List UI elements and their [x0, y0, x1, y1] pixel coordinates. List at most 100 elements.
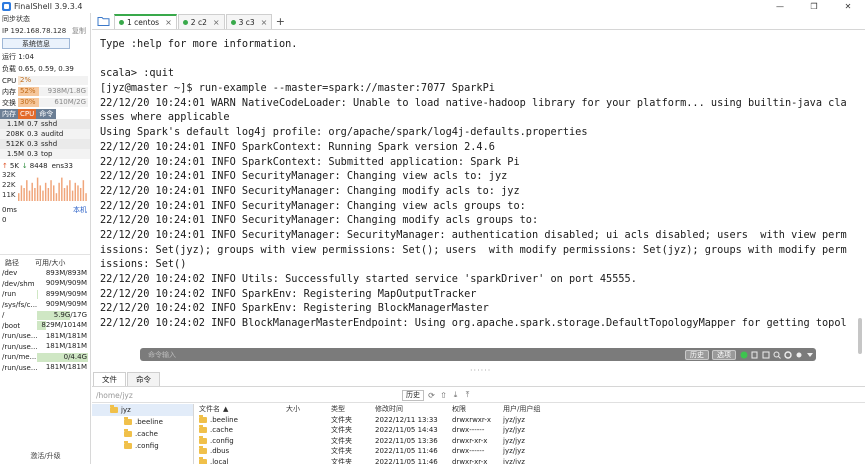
download-arrow-icon: ↓ — [21, 162, 28, 170]
sort-by-cpu-tab[interactable]: CPU — [18, 109, 37, 119]
command-input[interactable]: 命令输入 — [148, 350, 685, 360]
process-row[interactable]: 512K 0.3 sshd — [0, 139, 90, 149]
tree-label: .cache — [135, 430, 158, 438]
terminal-line: [jyz@master ~]$ run-example --master=spa… — [100, 82, 495, 95]
file-row[interactable]: .cache 文件夹 2022/11/05 14:43 drwx------ jyz/j… — [195, 425, 865, 436]
terminal-line: Using Spark's default log4j profile: org… — [100, 126, 588, 139]
options-button[interactable]: 选项 — [712, 349, 736, 360]
disk-row[interactable]: /run 899M/909M — [0, 289, 90, 300]
column-mtime[interactable]: 修改时间 — [375, 404, 452, 414]
tab-c2[interactable]: 2 c2 × — [177, 14, 225, 29]
path-input[interactable]: /home/jyz — [96, 391, 396, 400]
history-button[interactable]: 历史 — [685, 349, 709, 360]
sort-by-command-tab[interactable]: 命令 — [36, 109, 57, 119]
copy-ip-button[interactable]: 复制 — [72, 26, 86, 36]
close-tab-icon[interactable]: × — [213, 18, 220, 27]
mem-percent: 52% — [20, 87, 36, 95]
file-name-cell: .beeline — [195, 414, 286, 424]
path-history-button[interactable]: 历史 — [402, 389, 424, 401]
search-icon[interactable] — [772, 350, 781, 359]
column-name[interactable]: 文件名 ▲ — [195, 404, 286, 414]
disk-row[interactable]: /run/use... 181M/181M — [0, 331, 90, 342]
disk-usage-value: 0/4.4G — [63, 352, 87, 361]
tree-label: jyz — [121, 406, 131, 414]
file-rows: .beeline 文件夹 2022/12/11 13:33 drwxrwxr-x jyz… — [195, 414, 865, 464]
network-bar — [82, 180, 85, 201]
close-tab-icon[interactable]: × — [261, 18, 268, 27]
sync-status[interactable]: 同步状态 — [2, 14, 30, 24]
disk-row[interactable]: /run/me... 0/4.4G — [0, 352, 90, 363]
scroll-down-icon[interactable] — [805, 350, 814, 359]
tree-item[interactable]: .beeline — [92, 416, 193, 428]
file-row[interactable]: .local 文件夹 2022/11/05 11:46 drwxr-xr-x jyz/j… — [195, 456, 865, 464]
network-bar — [26, 180, 28, 201]
minimize-button[interactable]: — — [763, 0, 797, 13]
network-bar — [55, 193, 58, 201]
network-bar — [50, 180, 52, 201]
folder-icon — [199, 425, 207, 434]
process-mem: 208K — [6, 130, 24, 138]
mem-meter: 内存 52% 938M/1.8G — [0, 86, 90, 97]
disk-row[interactable]: /run/use... 181M/181M — [0, 363, 90, 374]
terminal-line: 22/12/20 10:24:01 INFO SecurityManager: … — [100, 170, 508, 183]
refresh-icon[interactable]: ⟳ — [427, 391, 436, 400]
disk-row[interactable]: /dev/shm 909M/909M — [0, 279, 90, 290]
disk-row[interactable]: /sys/fs/c... 909M/909M — [0, 300, 90, 311]
settings-icon[interactable] — [783, 350, 792, 359]
network-interface[interactable]: ens33 — [52, 162, 73, 170]
disk-row[interactable]: /boot 829M/1014M — [0, 321, 90, 332]
file-mtime: 2022/11/05 11:46 — [375, 447, 438, 456]
add-tab-button[interactable]: + — [273, 14, 287, 29]
latency-local[interactable]: 本机 — [73, 205, 87, 215]
tree-item[interactable]: .config — [92, 440, 193, 452]
close-button[interactable]: ✕ — [831, 0, 865, 13]
tab-c3[interactable]: 3 c3 × — [225, 14, 273, 29]
disk-path: /dev/shm — [2, 279, 35, 288]
tab-files[interactable]: 文件 — [93, 372, 126, 386]
column-size[interactable]: 大小 — [286, 404, 331, 414]
terminal-scrollbar[interactable] — [857, 31, 862, 360]
gear-icon[interactable] — [794, 350, 803, 359]
file-row[interactable]: .config 文件夹 2022/11/05 13:36 drwxr-xr-x jyz/… — [195, 435, 865, 447]
upgrade-link[interactable]: 激活/升级 — [0, 451, 90, 461]
disk-path: /run/use... — [2, 342, 37, 351]
disk-path: /run/me... — [2, 353, 37, 362]
folder-icon — [199, 435, 207, 444]
paste-icon[interactable] — [761, 350, 770, 359]
folder-icon[interactable] — [92, 13, 114, 29]
maximize-button[interactable]: ❒ — [797, 0, 831, 13]
up-directory-icon[interactable]: ⇧ — [439, 391, 448, 400]
mem-label: 内存 — [2, 87, 16, 96]
scrollbar-thumb[interactable] — [858, 318, 862, 354]
disk-row[interactable]: /dev 893M/893M — [0, 268, 90, 279]
tab-centos[interactable]: 1 centos × — [114, 14, 177, 29]
network-bar — [69, 180, 71, 201]
tree-item-jyz[interactable]: jyz — [92, 404, 193, 416]
system-info-button[interactable]: 系统信息 — [2, 38, 70, 49]
terminal[interactable]: Type :help for more information. scala> :… — [92, 31, 865, 360]
folder-icon — [124, 429, 132, 437]
network-bar — [44, 182, 47, 201]
disk-usage: 899M/909M — [37, 289, 88, 299]
disk-row[interactable]: /run/use... 181M/181M — [0, 342, 90, 353]
file-row[interactable]: .beeline 文件夹 2022/12/11 13:33 drwxrwxr-x jyz… — [195, 414, 865, 426]
file-row[interactable]: .dbus 文件夹 2022/11/05 11:46 drwx------ jyz/jy… — [195, 446, 865, 457]
copy-icon[interactable] — [750, 350, 759, 359]
upload-icon[interactable]: ⤒ — [463, 390, 472, 400]
tree-item[interactable]: .cache — [92, 428, 193, 440]
process-row[interactable]: 208K 0.3 auditd — [0, 129, 90, 139]
column-permissions[interactable]: 权限 — [452, 404, 503, 414]
column-owner[interactable]: 用户/用户组 — [503, 404, 563, 414]
process-row[interactable]: 1.5M 0.3 top — [0, 149, 90, 159]
close-tab-icon[interactable]: × — [165, 18, 172, 27]
network-bar — [63, 188, 66, 201]
process-row[interactable]: 1.1M 0.7 sshd — [0, 119, 90, 129]
tab-commands[interactable]: 命令 — [127, 372, 160, 386]
download-icon[interactable]: ⤓ — [451, 390, 460, 400]
column-type[interactable]: 类型 — [331, 404, 375, 414]
network-chart: 32K 22K 11K — [0, 171, 90, 205]
tab-label: 2 c2 — [190, 17, 207, 27]
disk-row[interactable]: / 5.9G/17G — [0, 310, 90, 321]
network-bar — [74, 182, 77, 201]
sort-by-memory-tab[interactable]: 内存 — [0, 109, 18, 119]
